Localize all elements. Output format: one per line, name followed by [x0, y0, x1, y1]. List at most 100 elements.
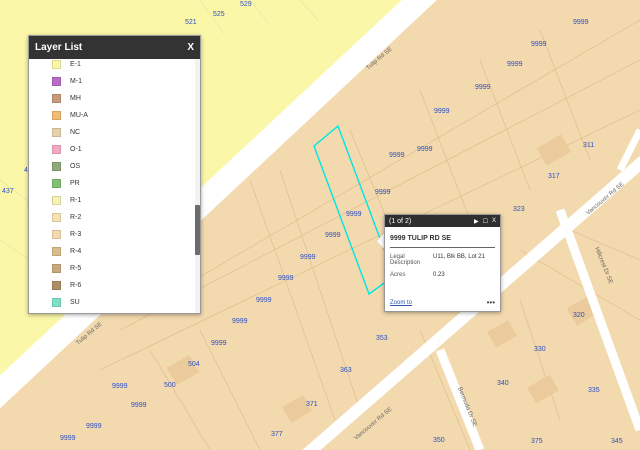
next-icon[interactable]: ▶ [474, 218, 479, 225]
parcel-label: 330 [534, 346, 546, 353]
layer-item[interactable]: O-1 [29, 141, 190, 158]
parcel-label: 345 [611, 438, 623, 445]
legend-swatch [52, 162, 61, 171]
popup-row-acres: Acres 0.23 [390, 272, 495, 278]
parcel-label: 521 [185, 19, 197, 26]
layer-item[interactable]: MU-A [29, 107, 190, 124]
parcel-label: 9999 [232, 318, 248, 325]
parcel-label: 9999 [211, 340, 227, 347]
parcel-label: 437 [2, 188, 14, 195]
parcel-label: 500 [164, 382, 176, 389]
layer-item[interactable]: R-3 [29, 226, 190, 243]
parcel-popup: (1 of 2) ▶ ☐ X 9999 TULIP RD SE Legal De… [384, 214, 501, 312]
parcel-label: 323 [513, 206, 525, 213]
parcel-label: 9999 [389, 152, 405, 159]
layer-list-scrollbar[interactable] [195, 59, 200, 313]
layer-item[interactable]: R-5 [29, 260, 190, 277]
parcel-label: 9999 [300, 254, 316, 261]
legend-swatch [52, 77, 61, 86]
layer-list: E-1 M-1 MH MU-A NC O-1 OS PR R-1 R-2 R-3 R-4 R-5 R-6 S… [29, 59, 190, 311]
layer-item-label: PR [70, 180, 80, 187]
parcel-label: 350 [433, 437, 445, 444]
popup-row-legal: Legal Description U11, Blk BB, Lot 21 [390, 254, 495, 266]
layer-item-label: MU-A [70, 112, 88, 119]
layer-item-label: R-3 [70, 231, 82, 238]
legend-swatch [52, 247, 61, 256]
close-icon[interactable]: X [492, 218, 496, 225]
parcel-label: 335 [588, 387, 600, 394]
legend-swatch [52, 128, 61, 137]
legend-swatch [52, 298, 61, 307]
parcel-label: 9999 [573, 19, 589, 26]
popup-title: 9999 TULIP RD SE [390, 235, 495, 248]
layer-list-body[interactable]: E-1 M-1 MH MU-A NC O-1 OS PR R-1 R-2 R-3 R-4 R-5 R-6 S… [29, 59, 200, 313]
popup-legal-value: U11, Blk BB, Lot 21 [433, 254, 485, 260]
layer-item[interactable]: E-1 [29, 59, 190, 73]
parcel-label: 504 [188, 361, 200, 368]
parcel-label: 9999 [507, 61, 523, 68]
popup-controls: ▶ ☐ X [474, 218, 496, 225]
layer-item-label: R-4 [70, 248, 82, 255]
popup-acres-key: Acres [390, 272, 406, 278]
layer-item[interactable]: SU [29, 294, 190, 311]
parcel-label: 353 [376, 335, 388, 342]
legend-swatch [52, 213, 61, 222]
layer-item[interactable]: R-1 [29, 192, 190, 209]
parcel-label: 320 [573, 312, 585, 319]
zoom-to-link[interactable]: Zoom to [390, 300, 412, 306]
layer-item[interactable]: NC [29, 124, 190, 141]
parcel-label: 9999 [375, 189, 391, 196]
layer-list-title: Layer List [35, 42, 83, 53]
parcel-label: 317 [548, 173, 560, 180]
layer-item[interactable]: M-1 [29, 73, 190, 90]
popup-footer: Zoom to ••• [390, 298, 495, 307]
parcel-label: 9999 [434, 108, 450, 115]
parcel-label: 9999 [131, 402, 147, 409]
layer-item-label: OS [70, 163, 81, 170]
layer-item-label: R-2 [70, 214, 82, 221]
popup-acres-value: 0.23 [433, 272, 445, 278]
parcel-label: 529 [240, 1, 252, 8]
parcel-label: 9999 [256, 297, 272, 304]
layer-item-label: MH [70, 95, 81, 102]
parcel-label: 311 [583, 142, 594, 149]
layer-list-panel: Layer List X E-1 M-1 MH MU-A NC O-1 OS PR R-1 R-2… [28, 35, 201, 314]
layer-item[interactable]: R-4 [29, 243, 190, 260]
parcel-label: 9999 [325, 232, 341, 239]
legend-swatch [52, 264, 61, 273]
parcel-label: 340 [497, 380, 509, 387]
layer-item[interactable]: OS [29, 158, 190, 175]
close-icon[interactable]: X [187, 42, 194, 53]
parcel-label: 525 [213, 11, 225, 18]
legend-swatch [52, 60, 61, 69]
more-options-icon[interactable]: ••• [487, 298, 495, 307]
parcel-label: 375 [531, 438, 543, 445]
legend-swatch [52, 145, 61, 154]
layer-item[interactable]: R-6 [29, 277, 190, 294]
parcel-label: 9999 [278, 275, 294, 282]
legend-swatch [52, 230, 61, 239]
parcel-label: 9999 [475, 84, 491, 91]
layer-item-label: NC [70, 129, 81, 136]
layer-item[interactable]: MH [29, 90, 190, 107]
legend-swatch [52, 281, 61, 290]
legend-swatch [52, 179, 61, 188]
layer-item-label: R-5 [70, 265, 82, 272]
layer-item[interactable]: R-2 [29, 209, 190, 226]
layer-item-label: E-1 [70, 61, 81, 68]
parcel-label: 371 [306, 401, 318, 408]
parcel-label: 9999 [112, 383, 128, 390]
maximize-icon[interactable]: ☐ [483, 218, 488, 225]
layer-item-label: R-6 [70, 282, 82, 289]
parcel-label: 9999 [346, 211, 362, 218]
layer-item-label: O-1 [70, 146, 82, 153]
parcel-label: 9999 [531, 41, 547, 48]
layer-list-scroll-thumb[interactable] [195, 205, 200, 255]
legend-swatch [52, 94, 61, 103]
popup-header: (1 of 2) ▶ ☐ X [385, 215, 500, 227]
layer-item[interactable]: PR [29, 175, 190, 192]
layer-item-label: R-1 [70, 197, 82, 204]
parcel-label: 363 [340, 367, 352, 374]
popup-counter: (1 of 2) [389, 217, 412, 225]
parcel-label: 9999 [60, 435, 76, 442]
